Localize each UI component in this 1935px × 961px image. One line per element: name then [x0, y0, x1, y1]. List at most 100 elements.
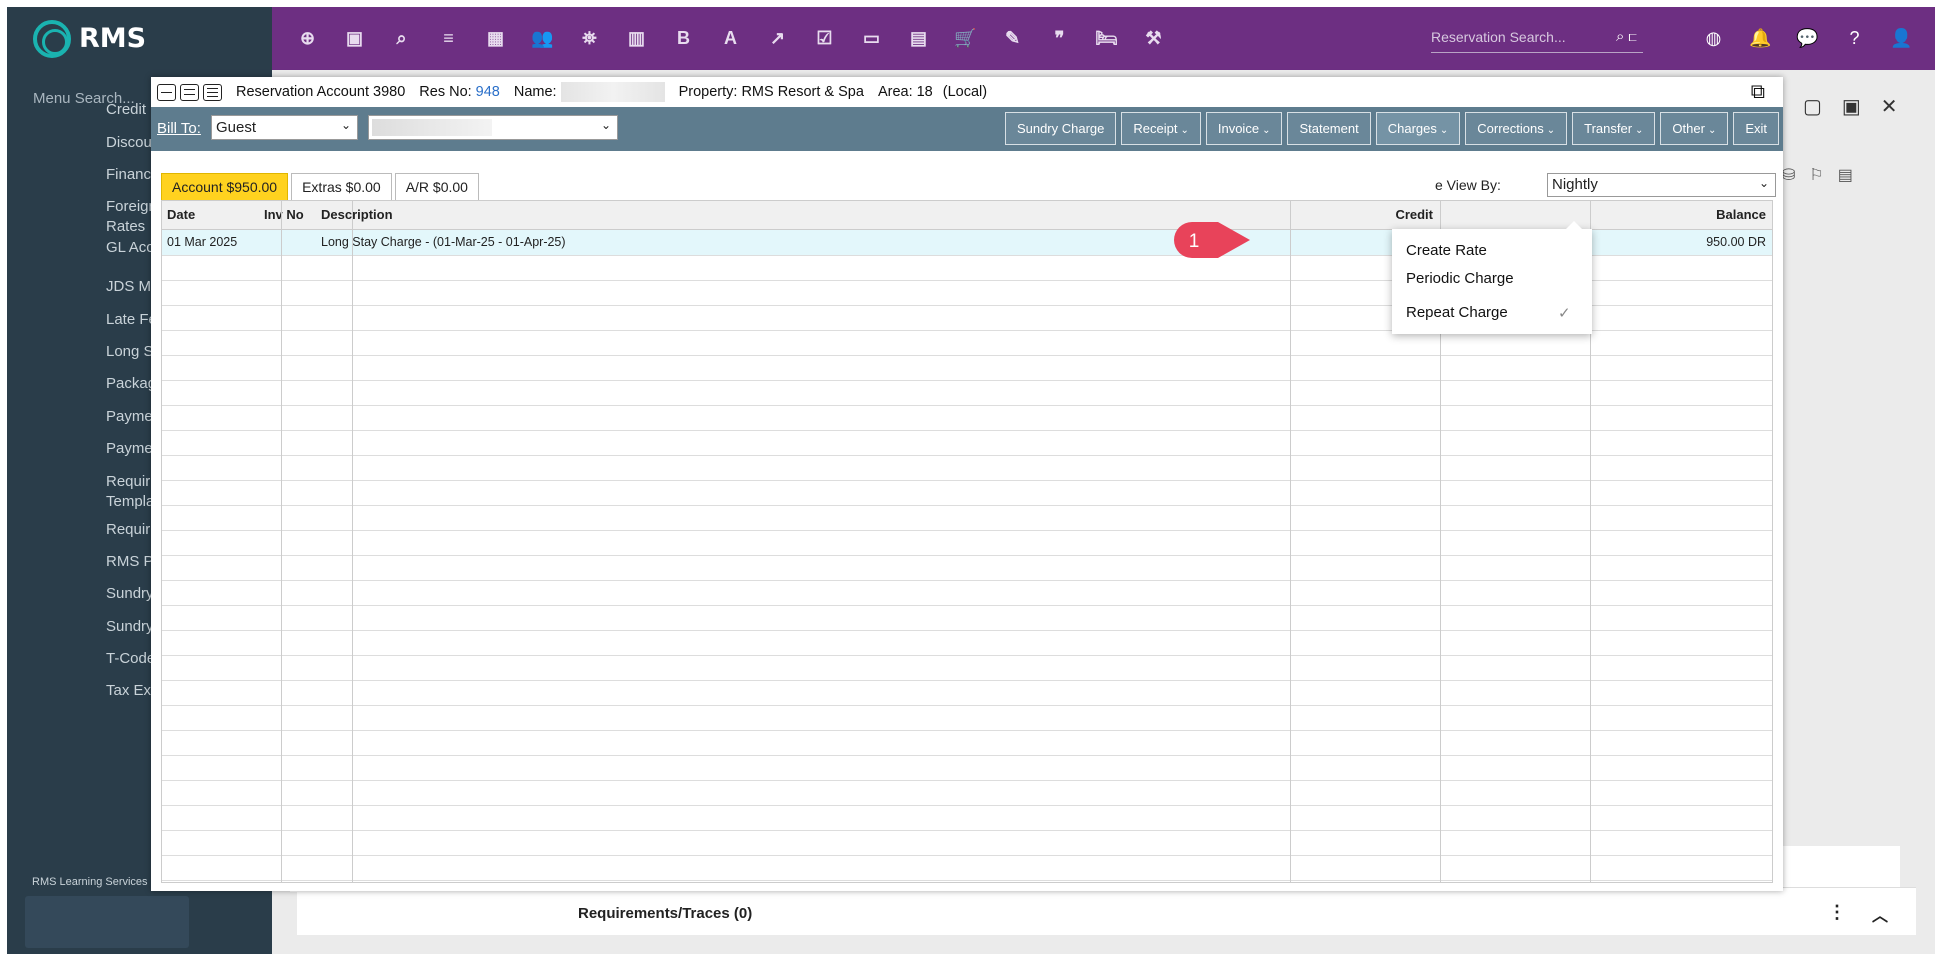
dialog-title-bar: Reservation Account 3980 Res No: 948 Nam… [151, 77, 1783, 107]
card-icon[interactable]: ▭ [848, 28, 895, 49]
sidebar-footer-panel [25, 896, 189, 948]
ticket-icon[interactable]: ✎ [989, 28, 1036, 49]
dialog-action-buttons: Sundry Charge Receipt ⌄ Invoice ⌄ Statement Ch… [1000, 112, 1779, 145]
popout-icon[interactable]: ⧉ [1751, 81, 1765, 104]
calendar-icon[interactable]: ▣ [331, 28, 378, 49]
receipt-button[interactable]: Receipt ⌄ [1121, 112, 1201, 145]
reservation-search-input[interactable]: Reservation Search... ⌕ ⊏ [1431, 25, 1643, 53]
search-bed-icon[interactable]: ⌕ ⊏ [1616, 28, 1637, 45]
grid-column [162, 201, 282, 882]
letter-a-icon[interactable]: A [707, 28, 754, 49]
account-tabs: Account $950.00 Extras $0.00 A/R $0.00 [161, 173, 482, 200]
globe-icon[interactable]: ◍ [1690, 28, 1737, 49]
checkmark-icon: ✓ [1558, 305, 1571, 322]
menu-item-repeat-charge[interactable]: Repeat Charge [1406, 304, 1508, 321]
transfer-button[interactable]: Transfer ⌄ [1572, 112, 1656, 145]
tab-account[interactable]: Account $950.00 [161, 173, 289, 200]
logo-text: RMS [79, 23, 147, 54]
hammer-icon[interactable]: ⚒ [1130, 28, 1177, 49]
chevron-down-icon: ⌄ [340, 118, 351, 132]
map-icon[interactable]: ⛯ [566, 28, 613, 49]
checklist-icon[interactable]: ☑ [801, 28, 848, 49]
button-label: Receipt [1133, 121, 1178, 136]
chevron-down-icon: ⌄ [1546, 125, 1556, 136]
quote-icon[interactable]: ❞ [1036, 28, 1083, 49]
chart-icon[interactable]: ↗ [754, 28, 801, 49]
bold-b-icon[interactable]: B [660, 28, 707, 49]
invoice-button[interactable]: Invoice ⌄ [1205, 112, 1283, 145]
dialog-title: Reservation Account 3980 [236, 84, 406, 100]
menu-item-periodic-charge[interactable]: Periodic Charge [1406, 270, 1514, 287]
area-label: Area: 18 [877, 84, 933, 100]
callout-arrow-shape [1174, 222, 1250, 258]
step-callout: 1 [1174, 222, 1250, 258]
reservation-account-dialog: Reservation Account 3980 Res No: 948 Nam… [151, 77, 1783, 891]
button-label: Invoice [1217, 121, 1260, 136]
background-action-icons: ⛁⚐▤ [1782, 167, 1867, 184]
exit-button[interactable]: Exit [1733, 112, 1779, 145]
button-label: Statement [1299, 121, 1359, 136]
chevron-down-icon: ⌄ [1439, 125, 1449, 136]
button-label: Sundry Charge [1016, 121, 1105, 136]
help-icon[interactable]: ? [1831, 28, 1878, 49]
button-label: Corrections [1477, 121, 1544, 136]
more-vertical-icon[interactable]: ⋮ [1828, 902, 1846, 923]
document-icon[interactable]: ▤ [895, 28, 942, 49]
rms-logo[interactable]: RMS [7, 7, 272, 70]
menu-item-create-rate[interactable]: Create Rate [1406, 242, 1487, 259]
guest-name-redacted [560, 82, 665, 102]
top-navigation-bar: RMS ⊕ ▣ ⌕ ≡ ▦ 👥 ⛯ ▥ B A ↗ ☑ ▭ ▤ 🛒 ✎ ❞ 🛏 ⚒ Reservation Sear… [7, 7, 1935, 70]
search-icon[interactable]: ⌕ [378, 28, 425, 49]
callout-number: 1 [1189, 231, 1200, 252]
minimize-icon[interactable] [157, 83, 176, 101]
local-label: (Local) [942, 84, 988, 100]
bill-to-account-select[interactable]: ⌄ [368, 115, 618, 140]
requirements-traces-header[interactable]: Requirements/Traces (0) ⋮ ︿ [561, 887, 1916, 935]
sliders-icon[interactable]: ≡ [425, 28, 472, 49]
other-button[interactable]: Other ⌄ [1660, 112, 1729, 145]
res-no-link[interactable]: 948 [476, 84, 500, 100]
charges-button[interactable]: Charges ⌄ [1375, 112, 1461, 145]
statement-button[interactable]: Statement [1287, 112, 1371, 145]
logo-icon [33, 19, 71, 58]
chat-icon[interactable]: 💬 [1784, 28, 1831, 49]
bill-to-select[interactable]: Guest ⌄ [211, 115, 358, 140]
chevron-down-icon: ⌄ [1707, 125, 1717, 136]
chevron-down-icon: ⌄ [600, 118, 611, 132]
topbar-right-icons: ◍ 🔔 💬? 👤 [1690, 7, 1925, 70]
view-by-select[interactable]: Nightly ⌄ [1547, 173, 1776, 197]
res-no-label: Res No: [419, 84, 472, 100]
tab-ar[interactable]: A/R $0.00 [394, 173, 479, 200]
chevron-up-icon[interactable]: ︿ [1872, 902, 1888, 926]
view-by-value: Nightly [1552, 176, 1598, 193]
chevron-down-icon: ⌄ [1758, 176, 1769, 190]
reservation-search-placeholder: Reservation Search... [1431, 29, 1566, 45]
cart-icon[interactable]: 🛒 [942, 28, 989, 49]
corrections-button[interactable]: Corrections ⌄ [1465, 112, 1568, 145]
user-icon[interactable]: 👤 [1878, 28, 1925, 49]
grid-icon[interactable]: ▦ [472, 28, 519, 49]
chevron-down-icon: ⌄ [1635, 125, 1644, 136]
tab-extras[interactable]: Extras $0.00 [291, 173, 392, 200]
grid-column [353, 201, 1291, 882]
name-label: Name: [513, 84, 557, 100]
chevron-down-icon: ⌄ [1180, 125, 1189, 136]
sidebar-footer-label: RMS Learning Services [32, 876, 148, 888]
bell-icon[interactable]: 🔔 [1737, 28, 1784, 49]
button-label: Transfer [1584, 121, 1633, 136]
users-icon[interactable]: 👥 [519, 28, 566, 49]
add-icon[interactable]: ⊕ [284, 28, 331, 49]
background-toolbar-icons: ▢▣✕ [1803, 96, 1918, 118]
property-label: Property: RMS Resort & Spa [678, 84, 864, 100]
topbar-icon-group: ⊕ ▣ ⌕ ≡ ▦ 👥 ⛯ ▥ B A ↗ ☑ ▭ ▤ 🛒 ✎ ❞ 🛏 ⚒ [284, 7, 1177, 70]
sundry-charge-button[interactable]: Sundry Charge [1004, 112, 1117, 145]
background-panel-left [297, 887, 561, 935]
redacted-value [372, 119, 492, 136]
bed-icon[interactable]: 🛏 [1083, 28, 1130, 49]
requirements-title: Requirements/Traces (0) [578, 905, 753, 922]
restore-icon[interactable] [180, 83, 199, 101]
maximize-icon[interactable] [203, 83, 222, 101]
bill-to-link[interactable]: Bill To: [157, 120, 201, 137]
book-icon[interactable]: ▥ [613, 28, 660, 49]
button-label: Charges [1387, 121, 1437, 136]
